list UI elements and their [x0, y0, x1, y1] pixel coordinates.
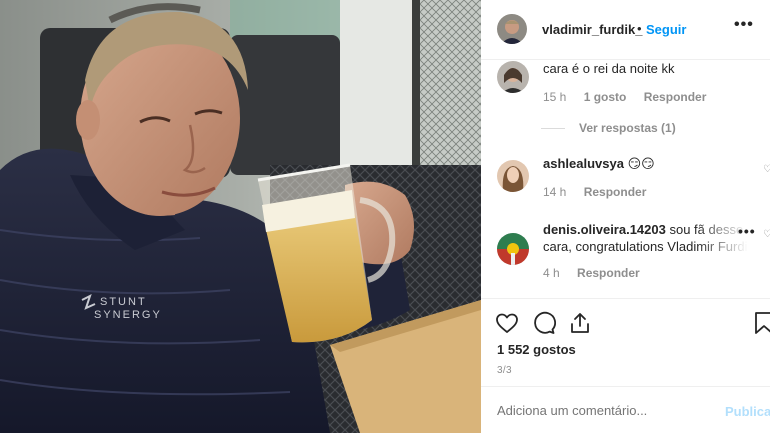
bookmark-icon[interactable] [752, 311, 770, 335]
follow-button[interactable]: Seguir [646, 22, 686, 37]
photo-logo-line1: STUNT [100, 296, 147, 308]
photo-logo-line2: SYNERGY [94, 309, 162, 321]
author-username[interactable]: vladimir_furdik_ [542, 22, 642, 37]
comment-avatar[interactable] [497, 160, 529, 192]
post-photo-illustration: STUNT SYNERGY [0, 0, 481, 433]
reply-button[interactable]: Responder [584, 185, 647, 199]
publish-button[interactable]: Publicar [725, 404, 770, 419]
comment-username[interactable]: denis.oliveira.14203 [543, 222, 666, 237]
reply-button[interactable]: Responder [577, 266, 640, 280]
carousel-page-indicator: 3/3 [497, 365, 512, 376]
comment-time[interactable]: 15 h [543, 90, 566, 104]
comment-input[interactable] [497, 403, 697, 418]
comment-like-heart-icon[interactable]: ♡ [763, 164, 770, 175]
comment-avatar[interactable] [497, 61, 529, 93]
comment-meta: 14 h Responder [543, 185, 660, 199]
comment-avatar[interactable] [497, 233, 529, 265]
comment-text: ashlealuvsya 😏😏 [543, 155, 655, 172]
post-header: vladimir_furdik_ • Seguir ••• [481, 0, 770, 60]
comment-meta: 15 h 1 gosto Responder [543, 90, 720, 104]
likes-count[interactable]: 1 552 gostos [497, 342, 576, 357]
author-avatar[interactable] [497, 14, 527, 44]
header-separator: • [637, 21, 642, 36]
view-replies-line [541, 128, 565, 130]
comment-username[interactable]: ashlealuvsya [543, 156, 624, 171]
more-options-icon[interactable]: ••• [734, 16, 754, 34]
comments-list[interactable]: cara é o rei da noite kk 15 h 1 gosto Re… [481, 61, 770, 297]
heart-icon[interactable] [495, 311, 519, 335]
post-actions: 1 552 gostos 3/3 [481, 298, 770, 386]
comment-body: cara é o rei da noite kk [543, 61, 675, 76]
post-photo[interactable]: STUNT SYNERGY [0, 0, 481, 433]
comment-body: 😏😏 [627, 156, 655, 171]
comment-text: cara é o rei da noite kk [543, 61, 675, 77]
add-comment-bar: Publicar [481, 386, 770, 433]
comment-options-icon[interactable]: ••• [738, 223, 756, 239]
view-replies-label: Ver respostas (1) [579, 121, 676, 135]
comment-time[interactable]: 14 h [543, 185, 566, 199]
share-icon[interactable] [568, 311, 592, 335]
comment-like-heart-icon[interactable]: ♡ [763, 229, 770, 240]
reply-button[interactable]: Responder [644, 90, 707, 104]
comment-icon[interactable] [532, 311, 556, 335]
comment-fade-overlay [696, 201, 770, 261]
post-side-panel: vladimir_furdik_ • Seguir ••• cara é o r… [481, 0, 770, 433]
comment-likes[interactable]: 1 gosto [584, 90, 627, 104]
comment-time[interactable]: 4 h [543, 266, 560, 280]
comment-meta: 4 h Responder [543, 266, 654, 280]
view-replies-button[interactable]: Ver respostas (1) [541, 121, 676, 135]
